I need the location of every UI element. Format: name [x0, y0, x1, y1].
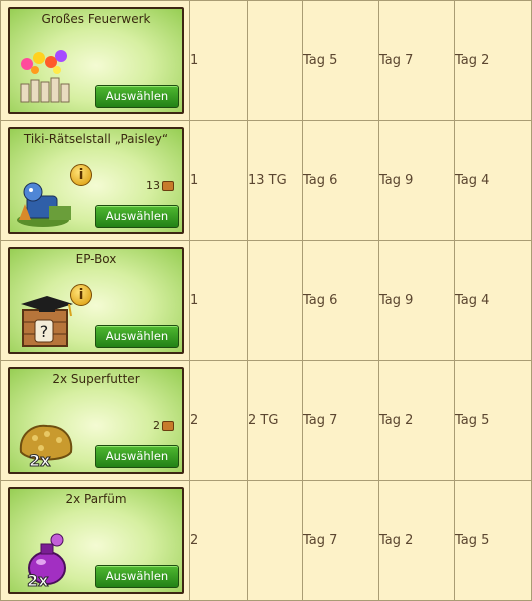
- day-cell-3: Tag 4: [454, 240, 532, 361]
- question-mark: ?: [40, 322, 49, 341]
- day-cell-1: Tag 7: [302, 480, 379, 601]
- quantity-cell: 2: [189, 360, 248, 481]
- day-cell-1: Tag 6: [302, 120, 379, 241]
- day-cell-2: Tag 2: [378, 360, 455, 481]
- quantity-cell: 1: [189, 120, 248, 241]
- tg-cell: [247, 480, 303, 601]
- item-title: 2x Parfüm: [65, 492, 127, 506]
- coin-icon: [162, 181, 174, 191]
- day-cell-1: Tag 6: [302, 240, 379, 361]
- item-card: Tiki-Rätselstall „Paisley“ i 13 Auswähle…: [8, 127, 184, 234]
- day-cell-3: Tag 4: [454, 120, 532, 241]
- item-title: EP-Box: [75, 252, 117, 266]
- day-cell-3: Tag 2: [454, 0, 532, 121]
- price-label: 2: [153, 419, 174, 432]
- quantity-cell: 1: [189, 0, 248, 121]
- superfood-icon: 2x: [19, 424, 73, 470]
- item-card: 2x Parfüm 2x Auswählen: [8, 487, 184, 594]
- quantity-badge: 2x: [29, 451, 51, 470]
- day-cell-1: Tag 5: [302, 0, 379, 121]
- day-cell-2: Tag 2: [378, 480, 455, 601]
- select-button[interactable]: Auswählen: [95, 85, 179, 108]
- day-cell-2: Tag 9: [378, 120, 455, 241]
- price-value: 13: [146, 179, 160, 192]
- item-title: Großes Feuerwerk: [41, 12, 151, 26]
- day-cell-3: Tag 5: [454, 480, 532, 601]
- item-title: 2x Superfutter: [52, 372, 140, 386]
- perfume-icon: 2x: [27, 533, 66, 590]
- select-button[interactable]: Auswählen: [95, 445, 179, 468]
- day-cell-1: Tag 7: [302, 360, 379, 481]
- tg-cell: [247, 240, 303, 361]
- day-cell-3: Tag 5: [454, 360, 532, 481]
- day-cell-2: Tag 7: [378, 0, 455, 121]
- item-card: EP-Box ? i Auswählen: [8, 247, 184, 354]
- tg-cell: 13 TG: [247, 120, 303, 241]
- quantity-cell: 2: [189, 480, 248, 601]
- coin-icon: [162, 421, 174, 431]
- table-row: 2x Parfüm 2x Auswählen 2 Tag 7 Tag 2 Tag…: [0, 480, 532, 601]
- price-value: 2: [153, 419, 160, 432]
- item-card: 2x Superfutter 2x 2 Auswählen: [8, 367, 184, 474]
- price-label: 13: [146, 179, 174, 192]
- table-row: EP-Box ? i Auswählen 1 Tag 6 Tag 9 Tag 4: [0, 240, 532, 361]
- tg-cell: [247, 0, 303, 121]
- quantity-cell: 1: [189, 240, 248, 361]
- select-button[interactable]: Auswählen: [95, 565, 179, 588]
- select-button[interactable]: Auswählen: [95, 205, 179, 228]
- select-button[interactable]: Auswählen: [95, 325, 179, 348]
- item-title: Tiki-Rätselstall „Paisley“: [23, 132, 169, 146]
- table-row: 2x Superfutter 2x 2 Auswählen 2 2 TG Tag…: [0, 360, 532, 481]
- table-row: Großes Feuerwerk Auswählen 1 Tag 5 Tag 7…: [0, 0, 532, 121]
- table-row: Tiki-Rätselstall „Paisley“ i 13 Auswähle…: [0, 120, 532, 241]
- info-icon[interactable]: i: [70, 284, 92, 306]
- items-table: Großes Feuerwerk Auswählen 1 Tag 5 Tag 7…: [0, 0, 532, 601]
- fireworks-icon: [20, 50, 70, 103]
- quantity-badge: 2x: [27, 571, 49, 590]
- item-card: Großes Feuerwerk Auswählen: [8, 7, 184, 114]
- tg-cell: 2 TG: [247, 360, 303, 481]
- info-icon[interactable]: i: [70, 164, 92, 186]
- day-cell-2: Tag 9: [378, 240, 455, 361]
